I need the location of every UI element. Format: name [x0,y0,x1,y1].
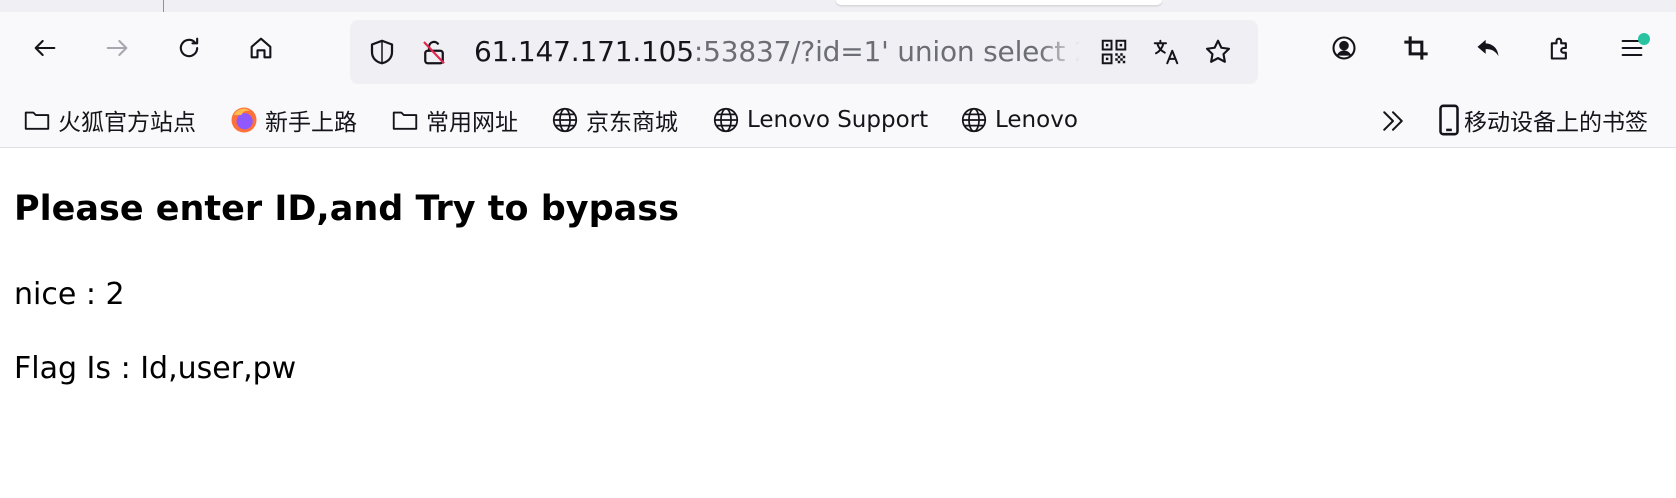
qr-code-button[interactable] [1098,36,1130,68]
mobile-device-icon [1439,104,1459,136]
forward-arrow-icon [106,39,128,57]
extensions-button[interactable] [1538,26,1582,70]
bookmark-item[interactable]: Lenovo Support [711,100,928,140]
bookmark-item[interactable]: 京东商城 [550,100,678,140]
url-path: :53837/?id=1' union select 2,gro [693,35,1080,68]
url-fade [1040,20,1080,84]
page-content: Please enter ID,and Try to bypass nice :… [0,149,1676,498]
url-text[interactable]: 61.147.171.105:53837/?id=1' union select… [474,20,1080,84]
bookmark-label: 新手上路 [265,110,357,136]
folder-icon [392,111,418,130]
bookmark-item[interactable]: 常用网址 [390,100,518,140]
firefox-icon [231,107,257,133]
reload-button[interactable] [167,26,211,70]
reload-icon [179,37,199,58]
site-security-button[interactable] [418,36,450,68]
globe-icon [552,107,578,133]
bookmark-label: Lenovo [995,107,1078,133]
nav-toolbar: 61.147.171.105:53837/?id=1' union select… [0,12,1676,92]
bookmark-label: Lenovo Support [747,107,929,133]
forward-button[interactable] [95,26,139,70]
account-button[interactable] [1322,26,1366,70]
mobile-bookmarks-label: 移动设备上的书签 [1464,110,1648,136]
flag-text: Flag Is : Id,user,pw [14,351,297,386]
tracking-protection-button[interactable] [366,36,398,68]
home-icon [250,37,272,59]
home-button[interactable] [239,26,283,70]
app-menu-button[interactable] [1610,26,1654,70]
puzzle-icon [1550,37,1567,60]
active-tab[interactable] [836,0,1162,5]
star-icon [1205,39,1231,63]
result-text: nice : 2 [14,277,125,312]
globe-icon [713,107,739,133]
bookmark-item[interactable]: 新手上路 [229,100,357,140]
bookmark-star-button[interactable] [1202,36,1234,68]
qr-code-icon [1101,39,1127,65]
insecure-lock-icon [423,40,445,65]
crop-icon [1404,36,1428,60]
shield-icon [370,39,394,65]
bookmark-label: 常用网址 [426,110,518,136]
folder-icon [24,111,50,130]
tab-strip [0,0,1676,12]
bookmark-label: 火狐官方站点 [58,110,196,136]
bookmark-label: 京东商城 [586,110,678,136]
account-icon [1332,36,1356,60]
bookmarks-toolbar: 火狐官方站点 新手上路 常用网址 京东商城 Lenovo Support Len… [0,92,1676,148]
mobile-bookmarks[interactable]: 移动设备上的书签 [1436,100,1648,140]
undo-arrow-icon [1477,39,1499,57]
screenshot-button[interactable] [1394,26,1438,70]
chevron-double-right-icon[interactable] [1378,106,1408,136]
back-arrow-icon [34,39,56,57]
tab-separator [163,0,164,12]
bookmark-item[interactable]: 火狐官方站点 [22,100,196,140]
translate-icon [1153,39,1179,65]
page-heading: Please enter ID,and Try to bypass [14,189,679,229]
undo-button[interactable] [1466,26,1510,70]
globe-icon [961,107,987,133]
bookmark-item[interactable]: Lenovo [959,100,1078,140]
translate-button[interactable] [1150,36,1182,68]
url-host: 61.147.171.105 [474,35,694,68]
update-badge [1638,33,1650,45]
url-bar[interactable]: 61.147.171.105:53837/?id=1' union select… [350,20,1258,84]
back-button[interactable] [23,26,67,70]
